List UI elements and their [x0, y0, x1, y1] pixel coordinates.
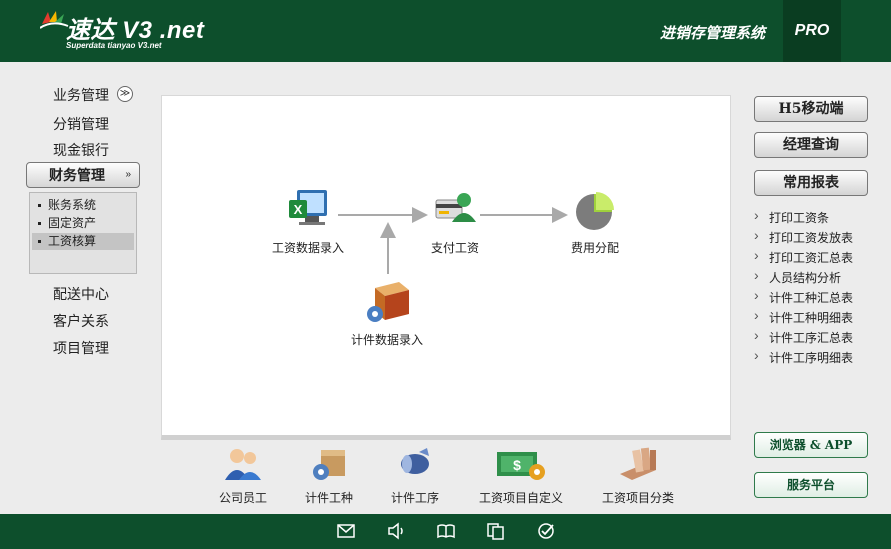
service-platform-button[interactable]: 服务平台 — [754, 472, 868, 498]
collapse-icon[interactable]: ≫ — [117, 86, 133, 102]
nav-item-finance-label: 财务管理 — [49, 167, 105, 183]
edition-badge: PRO — [783, 0, 841, 62]
app-footer — [0, 514, 891, 549]
workflow-arrows — [338, 207, 568, 274]
nav-item-distribution[interactable]: 分销管理 — [53, 114, 109, 134]
staff-people-icon — [225, 449, 261, 480]
system-title: 进销存管理系统 — [660, 25, 766, 42]
box-gear-icon — [367, 282, 409, 322]
book-icon[interactable] — [436, 522, 456, 540]
piece-process-label: 计件工序 — [390, 491, 439, 505]
piece-entry-node[interactable]: 计件数据录入 — [342, 276, 432, 348]
mail-icon[interactable] — [336, 522, 356, 540]
salary-entry-node[interactable]: X 工资数据录入 — [268, 184, 348, 256]
pay-salary-node[interactable]: 支付工资 — [420, 186, 490, 256]
report-link-worktype-summary[interactable]: 计件工种汇总表 — [754, 287, 853, 306]
report-link-staff-structure[interactable]: 人员结构分析 — [754, 267, 841, 286]
company-staff-button[interactable]: 公司员工 — [213, 446, 273, 506]
submenu-item-fixed-assets[interactable]: 固定资产 — [32, 215, 134, 232]
nav-item-crm[interactable]: 客户关系 — [53, 311, 109, 331]
svg-text:X: X — [294, 202, 303, 217]
nav-item-distribution-center[interactable]: 配送中心 — [53, 284, 109, 304]
submenu-item-accounting[interactable]: 账务系统 — [32, 197, 134, 214]
piece-work-type-button[interactable]: 计件工种 — [299, 446, 359, 506]
h5-mobile-button[interactable]: H5移动端 — [754, 96, 868, 122]
nav-item-cash-bank[interactable]: 现金银行 — [53, 140, 109, 160]
books-icon — [620, 447, 656, 480]
report-link-process-summary[interactable]: 计件工序汇总表 — [754, 327, 853, 346]
nav-item-business[interactable]: 业务管理 — [53, 85, 109, 105]
app-header: 速达 V3 .net Superdata tianyao V3.net 进销存管… — [0, 0, 891, 62]
logo-title: 速达 V3 .net — [66, 17, 205, 44]
piece-entry-label: 计件数据录入 — [350, 333, 423, 347]
workflow-panel: X 工资数据录入 支付工资 费用分配 计件数据录入 — [161, 95, 731, 440]
documents-icon[interactable] — [486, 522, 506, 540]
pie-chart-icon — [576, 192, 614, 230]
svg-text:$: $ — [513, 457, 521, 473]
report-link-process-detail[interactable]: 计件工序明细表 — [754, 347, 853, 366]
report-link-salary-summary[interactable]: 打印工资汇总表 — [754, 247, 853, 266]
common-reports-button[interactable]: 常用报表 — [754, 170, 868, 196]
money-gear-icon: $ — [497, 452, 545, 480]
card-person-icon — [435, 193, 476, 222]
chevron-down-icon: » — [125, 169, 131, 180]
report-link-payslip[interactable]: 打印工资条 — [754, 207, 829, 226]
salary-item-category-button[interactable]: 工资项目分类 — [593, 446, 683, 506]
browser-app-button[interactable]: 浏览器 & APP — [754, 432, 868, 458]
salary-item-custom-button[interactable]: $ 工资项目自定义 — [471, 446, 571, 506]
report-link-worktype-detail[interactable]: 计件工种明细表 — [754, 307, 853, 326]
logo-subtitle: Superdata tianyao V3.net — [66, 41, 162, 50]
salary-entry-label: 工资数据录入 — [271, 241, 344, 255]
box-gear-icon — [313, 450, 345, 480]
finance-submenu: 账务系统 固定资产 工资核算 — [29, 192, 137, 274]
manager-query-button[interactable]: 经理查询 — [754, 132, 868, 158]
speaker-icon[interactable] — [386, 522, 406, 540]
bottom-toolbar: 公司员工 计件工种 计件工序 $ 工资项目自定义 工资项目分类 — [161, 440, 731, 510]
process-tube-icon — [401, 448, 429, 474]
pay-salary-label: 支付工资 — [430, 241, 479, 255]
piece-work-type-label: 计件工种 — [304, 491, 353, 505]
nav-item-finance[interactable]: 财务管理 » — [26, 162, 140, 188]
report-link-payout-sheet[interactable]: 打印工资发放表 — [754, 227, 853, 246]
excel-monitor-icon: X — [289, 190, 327, 225]
piece-process-button[interactable]: 计件工序 — [385, 446, 445, 506]
check-circle-icon[interactable] — [536, 522, 556, 540]
salary-item-custom-label: 工资项目自定义 — [478, 491, 563, 505]
company-staff-label: 公司员工 — [218, 491, 267, 505]
nav-item-projects[interactable]: 项目管理 — [53, 338, 109, 358]
cost-allocation-node[interactable]: 费用分配 — [560, 186, 630, 256]
salary-item-category-label: 工资项目分类 — [601, 491, 674, 505]
cost-allocation-label: 费用分配 — [570, 241, 619, 255]
submenu-item-payroll[interactable]: 工资核算 — [32, 233, 134, 250]
